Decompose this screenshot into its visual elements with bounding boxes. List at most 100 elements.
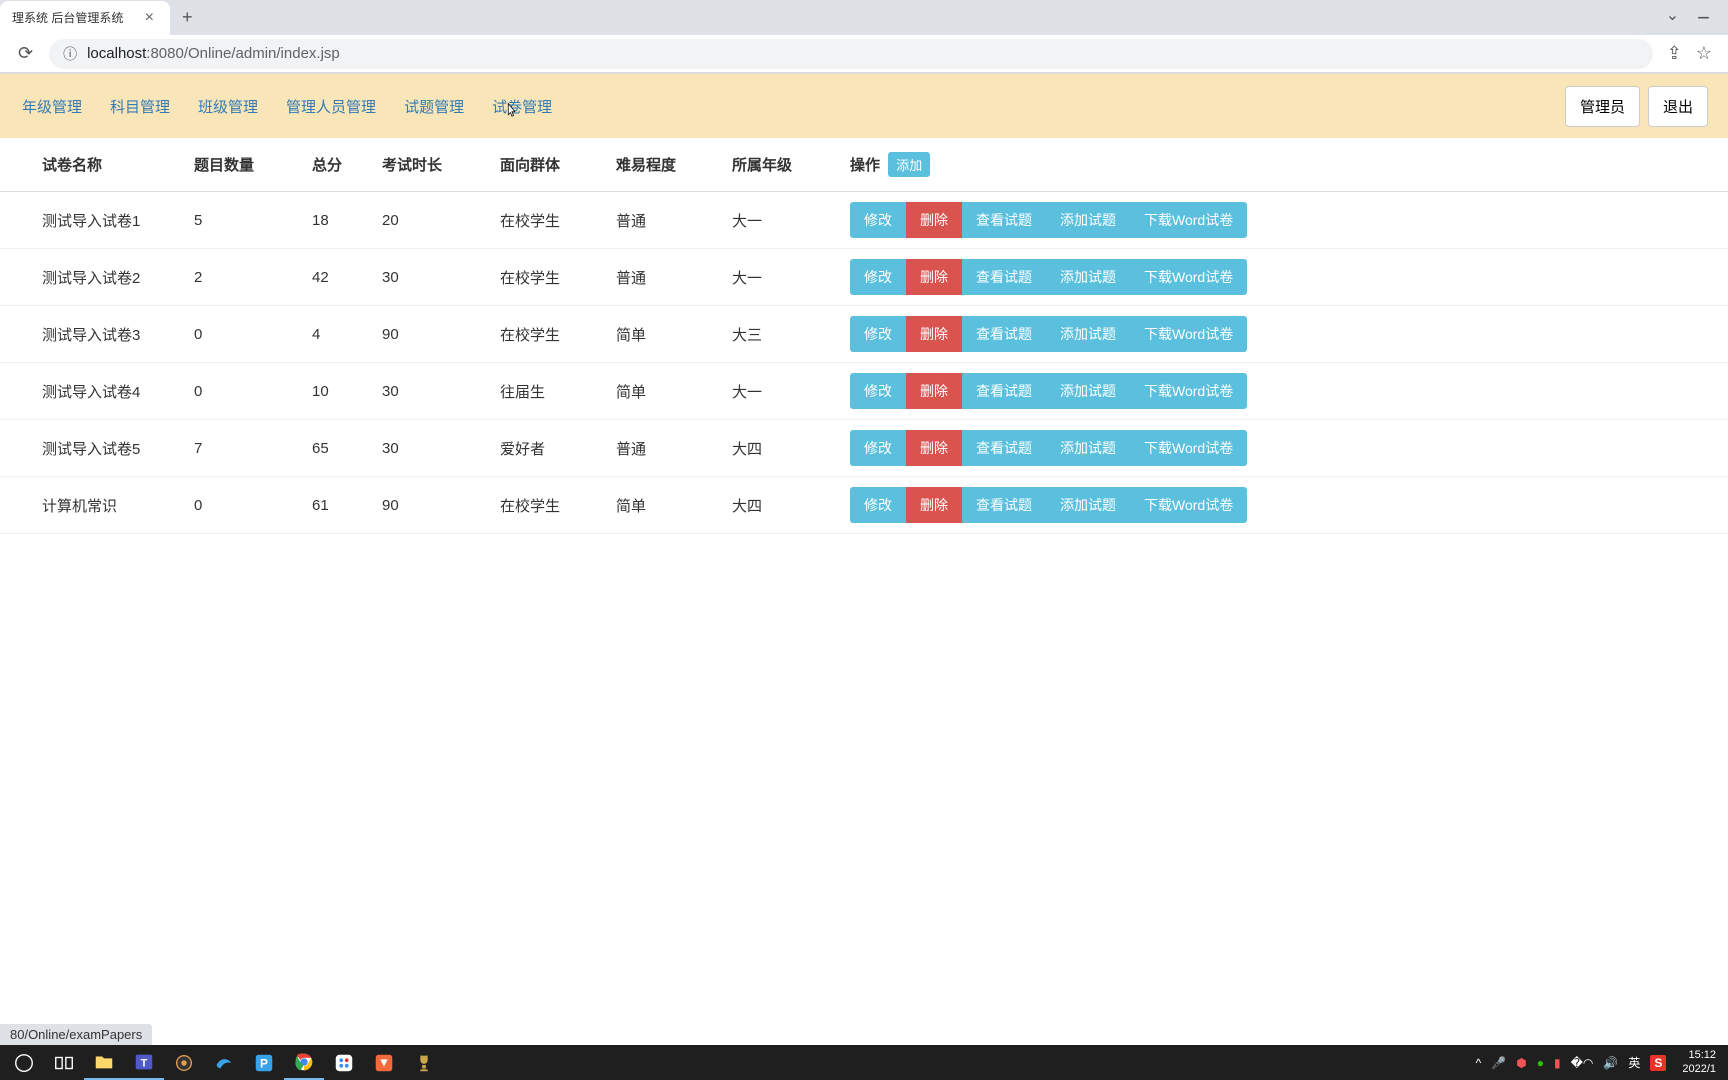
- tray-clock[interactable]: 15:12 2022/1: [1676, 1049, 1716, 1075]
- delete-button[interactable]: 删除: [906, 316, 962, 352]
- add-question-button[interactable]: 添加试题: [1046, 487, 1130, 523]
- url-path: /Online/admin/index.jsp: [184, 45, 340, 62]
- tray-up-icon[interactable]: ^: [1476, 1056, 1482, 1070]
- nav-subject[interactable]: 科目管理: [110, 96, 170, 117]
- add-question-button[interactable]: 添加试题: [1046, 430, 1130, 466]
- explorer-icon[interactable]: [84, 1045, 124, 1080]
- view-questions-button[interactable]: 查看试题: [962, 316, 1046, 352]
- nav-admin[interactable]: 管理人员管理: [286, 96, 376, 117]
- edit-button[interactable]: 修改: [850, 202, 906, 238]
- tab-bar: 理系统 后台管理系统 × + ⌄ −: [0, 0, 1728, 35]
- cell-grade: 大四: [718, 477, 836, 534]
- star-icon[interactable]: ☆: [1696, 43, 1712, 64]
- browser-chrome: 理系统 后台管理系统 × + ⌄ − ⟳ ⓘ localhost:8080/On…: [0, 0, 1728, 74]
- cell-total: 4: [298, 306, 368, 363]
- share-icon[interactable]: ⇪: [1667, 43, 1682, 64]
- cell-count: 0: [180, 477, 298, 534]
- volume-icon[interactable]: 🔊: [1603, 1056, 1618, 1070]
- nav-paper[interactable]: 试卷管理: [492, 96, 552, 117]
- app-gear-icon[interactable]: [164, 1045, 204, 1080]
- chevron-down-icon[interactable]: ⌄: [1666, 5, 1679, 31]
- cell-duration: 90: [368, 306, 486, 363]
- microphone-icon[interactable]: 🎤: [1491, 1056, 1506, 1070]
- view-questions-button[interactable]: 查看试题: [962, 487, 1046, 523]
- logout-button[interactable]: 退出: [1648, 86, 1708, 127]
- cell-name: 测试导入试卷1: [0, 192, 180, 249]
- chrome-icon[interactable]: [284, 1045, 324, 1080]
- cell-actions: 修改删除查看试题添加试题下载Word试卷: [836, 192, 1728, 249]
- security-icon[interactable]: ⬢: [1516, 1056, 1526, 1070]
- top-nav: 年级管理 科目管理 班级管理 管理人员管理 试题管理 试卷管理 管理员 退出: [0, 74, 1728, 138]
- cell-duration: 30: [368, 363, 486, 420]
- th-name: 试卷名称: [0, 138, 180, 192]
- add-question-button[interactable]: 添加试题: [1046, 259, 1130, 295]
- cell-audience: 在校学生: [486, 477, 602, 534]
- app-p-icon[interactable]: P: [244, 1045, 284, 1080]
- download-word-button[interactable]: 下载Word试卷: [1130, 373, 1247, 409]
- app-trophy-icon[interactable]: [404, 1045, 444, 1080]
- add-question-button[interactable]: 添加试题: [1046, 316, 1130, 352]
- cell-difficulty: 普通: [602, 192, 718, 249]
- reload-icon[interactable]: ⟳: [10, 43, 41, 64]
- delete-button[interactable]: 删除: [906, 430, 962, 466]
- edit-button[interactable]: 修改: [850, 259, 906, 295]
- cell-audience: 在校学生: [486, 306, 602, 363]
- nav-question[interactable]: 试题管理: [404, 96, 464, 117]
- delete-button[interactable]: 删除: [906, 487, 962, 523]
- edit-button[interactable]: 修改: [850, 316, 906, 352]
- browser-tab[interactable]: 理系统 后台管理系统 ×: [0, 1, 170, 35]
- nav-grade[interactable]: 年级管理: [22, 96, 82, 117]
- download-word-button[interactable]: 下载Word试卷: [1130, 259, 1247, 295]
- new-tab-button[interactable]: +: [170, 7, 205, 28]
- edit-button[interactable]: 修改: [850, 373, 906, 409]
- start-button[interactable]: [4, 1045, 44, 1080]
- table-row: 测试导入试卷151820在校学生普通大一修改删除查看试题添加试题下载Word试卷: [0, 192, 1728, 249]
- close-icon[interactable]: ×: [141, 9, 158, 27]
- app-dolphin-icon[interactable]: [204, 1045, 244, 1080]
- add-question-button[interactable]: 添加试题: [1046, 373, 1130, 409]
- cell-total: 18: [298, 192, 368, 249]
- window-controls: ⌄ −: [1666, 5, 1728, 31]
- teams-icon[interactable]: T: [124, 1045, 164, 1080]
- cell-audience: 在校学生: [486, 249, 602, 306]
- edit-button[interactable]: 修改: [850, 430, 906, 466]
- cell-total: 65: [298, 420, 368, 477]
- app-baidu-icon[interactable]: [324, 1045, 364, 1080]
- wechat-icon[interactable]: ●: [1537, 1056, 1544, 1070]
- view-questions-button[interactable]: 查看试题: [962, 430, 1046, 466]
- delete-button[interactable]: 删除: [906, 259, 962, 295]
- add-paper-button[interactable]: 添加: [888, 152, 930, 177]
- tab-title: 理系统 后台管理系统: [12, 9, 123, 26]
- cell-count: 0: [180, 306, 298, 363]
- cell-difficulty: 简单: [602, 477, 718, 534]
- ime-indicator[interactable]: 英: [1628, 1054, 1640, 1071]
- delete-button[interactable]: 删除: [906, 202, 962, 238]
- wifi-icon[interactable]: �◠: [1571, 1056, 1594, 1070]
- add-question-button[interactable]: 添加试题: [1046, 202, 1130, 238]
- download-word-button[interactable]: 下载Word试卷: [1130, 487, 1247, 523]
- download-word-button[interactable]: 下载Word试卷: [1130, 202, 1247, 238]
- download-word-button[interactable]: 下载Word试卷: [1130, 430, 1247, 466]
- cell-duration: 30: [368, 249, 486, 306]
- view-questions-button[interactable]: 查看试题: [962, 259, 1046, 295]
- admin-button[interactable]: 管理员: [1565, 86, 1640, 127]
- delete-button[interactable]: 删除: [906, 373, 962, 409]
- cell-name: 测试导入试卷5: [0, 420, 180, 477]
- download-word-button[interactable]: 下载Word试卷: [1130, 316, 1247, 352]
- task-view-icon[interactable]: [44, 1045, 84, 1080]
- url-port: :8080: [146, 45, 184, 62]
- url-input[interactable]: ⓘ localhost:8080/Online/admin/index.jsp: [49, 39, 1653, 69]
- view-questions-button[interactable]: 查看试题: [962, 373, 1046, 409]
- minimize-icon[interactable]: −: [1697, 5, 1710, 31]
- site-info-icon[interactable]: ⓘ: [63, 44, 77, 64]
- th-duration: 考试时长: [368, 138, 486, 192]
- edit-button[interactable]: 修改: [850, 487, 906, 523]
- sogou-icon[interactable]: S: [1650, 1055, 1666, 1071]
- tray-app-icon[interactable]: ▮: [1554, 1056, 1561, 1070]
- cell-grade: 大一: [718, 249, 836, 306]
- view-questions-button[interactable]: 查看试题: [962, 202, 1046, 238]
- cell-count: 2: [180, 249, 298, 306]
- app-orange-icon[interactable]: [364, 1045, 404, 1080]
- nav-class[interactable]: 班级管理: [198, 96, 258, 117]
- cell-difficulty: 普通: [602, 249, 718, 306]
